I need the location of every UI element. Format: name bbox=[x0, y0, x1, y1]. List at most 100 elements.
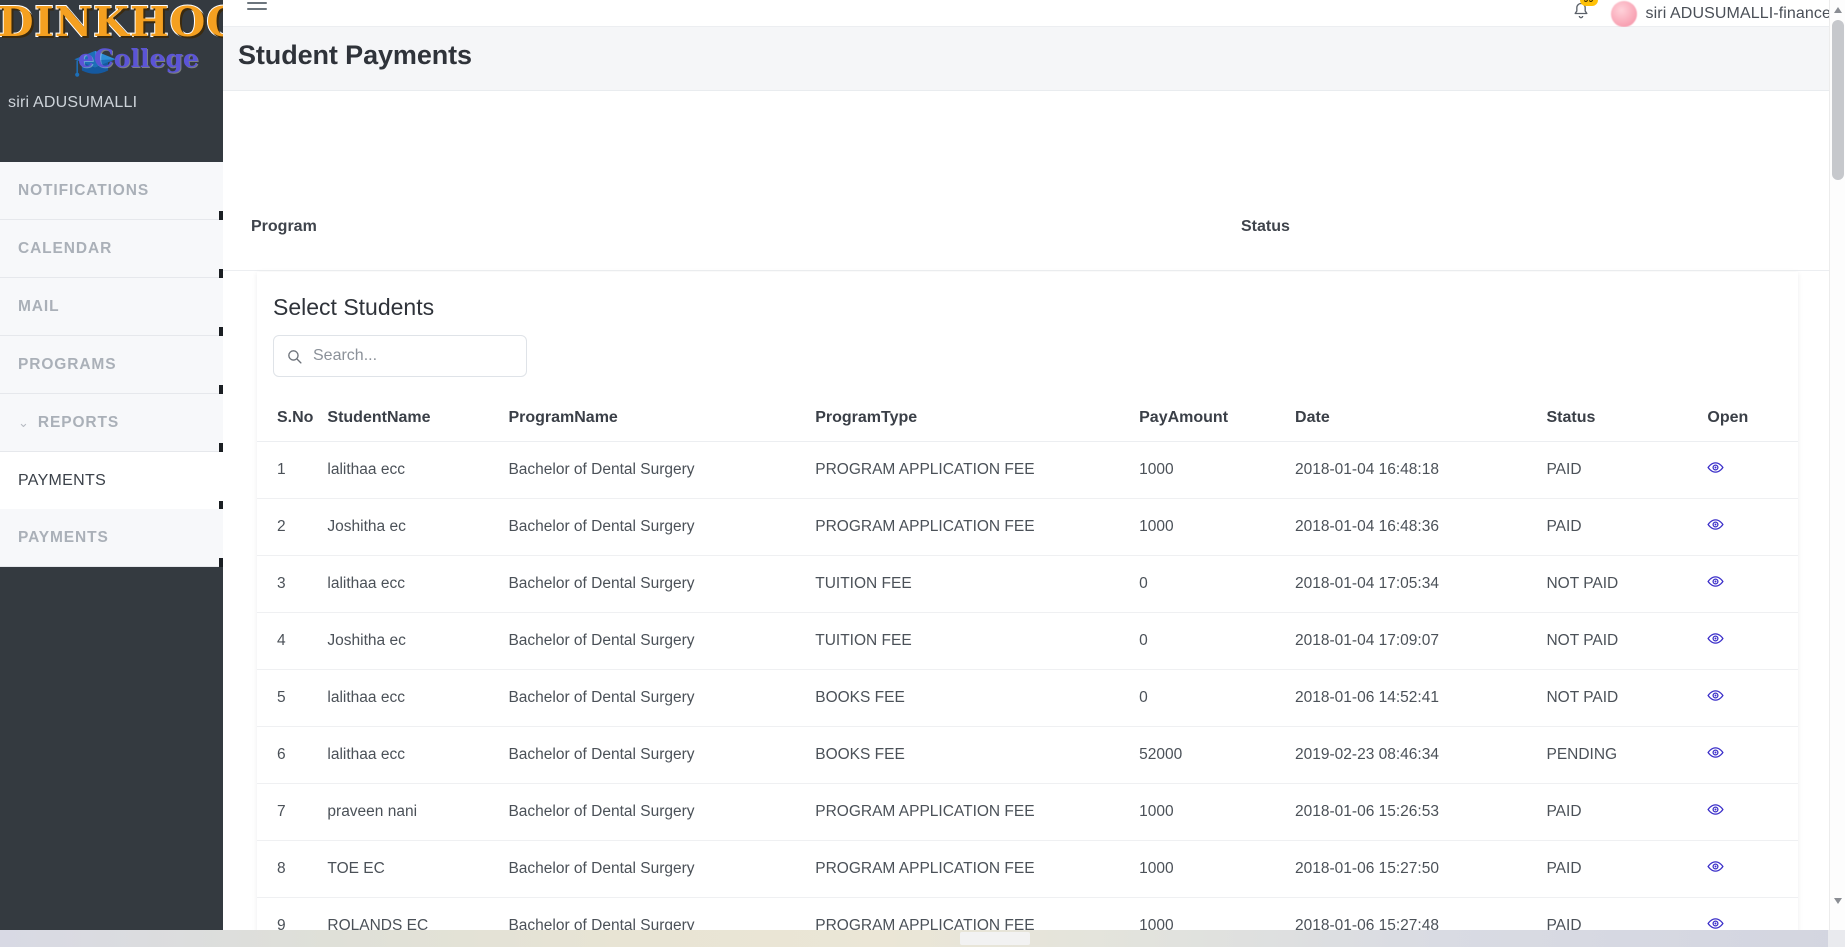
sidebar-item-payments[interactable]: PAYMENTS bbox=[0, 509, 223, 567]
cell-open bbox=[1707, 840, 1798, 898]
cell-date: 2018-01-06 15:27:50 bbox=[1295, 840, 1547, 898]
brand-title: DINKHOO! bbox=[0, 0, 223, 47]
sidebar-item-reports[interactable]: ⌄ REPORTS bbox=[0, 394, 223, 452]
open-row-button[interactable] bbox=[1707, 801, 1725, 818]
scroll-down-arrow-icon[interactable] bbox=[1833, 896, 1843, 906]
open-row-button[interactable] bbox=[1707, 459, 1725, 476]
column-header-programtype[interactable]: ProgramType bbox=[815, 399, 1140, 442]
open-row-button[interactable] bbox=[1707, 630, 1725, 647]
column-header-open[interactable]: Open bbox=[1707, 399, 1798, 442]
table-row[interactable]: 6 lalithaa ecc Bachelor of Dental Surgery B… bbox=[257, 726, 1798, 784]
column-header-programname[interactable]: ProgramName bbox=[508, 399, 816, 442]
cell-sno: 6 bbox=[257, 726, 328, 784]
open-row-button[interactable] bbox=[1707, 516, 1725, 533]
app-root: DINKHOO! eCollege siri ADUSUMALLI NOTIFI… bbox=[0, 0, 1845, 947]
eye-icon bbox=[1707, 861, 1725, 872]
table-row[interactable]: 2 Joshitha ec Bachelor of Dental Surgery PR… bbox=[257, 498, 1798, 556]
vertical-scrollbar-thumb[interactable] bbox=[1832, 20, 1844, 180]
cell-sno: 4 bbox=[257, 612, 328, 670]
cell-programtype: PROGRAM APPLICATION FEE bbox=[815, 441, 1140, 499]
filters-panel: Program Bachelor of Dental Surgery Statu… bbox=[223, 91, 1845, 320]
topbar: 99 siri ADUSUMALLI-finance bbox=[223, 0, 1845, 27]
cell-open bbox=[1707, 783, 1798, 841]
sidebar-item-payments-sub[interactable]: PAYMENTS bbox=[0, 452, 223, 510]
column-header-status[interactable]: Status bbox=[1546, 399, 1708, 442]
nav-notch bbox=[219, 385, 223, 394]
table-row[interactable]: 5 lalithaa ecc Bachelor of Dental Surgery B… bbox=[257, 669, 1798, 727]
cell-date: 2018-01-06 15:26:53 bbox=[1295, 783, 1547, 841]
open-row-button[interactable] bbox=[1707, 744, 1725, 761]
table-header-row: S.No StudentName ProgramName ProgramType… bbox=[257, 399, 1798, 442]
search-input[interactable] bbox=[313, 347, 503, 365]
table-row[interactable]: 3 lalithaa ecc Bachelor of Dental Surgery T… bbox=[257, 555, 1798, 613]
vertical-scrollbar[interactable] bbox=[1829, 0, 1845, 930]
sidebar-item-notifications[interactable]: NOTIFICATIONS bbox=[0, 162, 223, 220]
cell-studentname: lalithaa ecc bbox=[327, 555, 509, 613]
open-row-button[interactable] bbox=[1707, 573, 1725, 590]
table-row[interactable]: 1 lalithaa ecc Bachelor of Dental Surgery P… bbox=[257, 441, 1798, 499]
cell-payamount: 0 bbox=[1139, 669, 1296, 727]
scroll-up-arrow-icon[interactable] bbox=[1833, 5, 1843, 15]
eye-icon bbox=[1707, 690, 1725, 701]
cell-status: NOT PAID bbox=[1546, 612, 1708, 670]
cell-status: NOT PAID bbox=[1546, 669, 1708, 727]
sidebar-item-programs[interactable]: PROGRAMS bbox=[0, 336, 223, 394]
open-row-button[interactable] bbox=[1707, 687, 1725, 704]
cell-sno: 3 bbox=[257, 555, 328, 613]
cell-programtype: TUITION FEE bbox=[815, 555, 1140, 613]
cell-sno: 1 bbox=[257, 441, 328, 499]
cell-date: 2018-01-06 14:52:41 bbox=[1295, 669, 1547, 727]
topbar-right-group: 99 siri ADUSUMALLI-finance bbox=[1571, 0, 1831, 27]
brand-block: DINKHOO! eCollege siri ADUSUMALLI bbox=[0, 0, 223, 108]
cell-status: PAID bbox=[1546, 441, 1708, 499]
sidebar-item-calendar[interactable]: CALENDAR bbox=[0, 220, 223, 278]
cell-programtype: PROGRAM APPLICATION FEE bbox=[815, 498, 1140, 556]
brand-subtitle: eCollege bbox=[78, 44, 199, 73]
search-box[interactable] bbox=[273, 335, 527, 377]
nav-notch bbox=[219, 443, 223, 452]
cell-programtype: BOOKS FEE bbox=[815, 669, 1140, 727]
horizontal-scrollbar-thumb[interactable] bbox=[960, 932, 1030, 945]
eye-icon bbox=[1707, 576, 1725, 587]
sidebar-item-label: REPORTS bbox=[37, 413, 120, 431]
cell-programname: Bachelor of Dental Surgery bbox=[508, 726, 816, 784]
column-header-payamount[interactable]: PayAmount bbox=[1139, 399, 1296, 442]
sidebar-user-name: siri ADUSUMALLI bbox=[8, 94, 138, 108]
page-title: Student Payments bbox=[238, 40, 472, 70]
students-table-card: Select Students S.No StudentName Program… bbox=[257, 272, 1798, 947]
program-filter-label: Program bbox=[251, 218, 317, 235]
notifications-button[interactable]: 99 bbox=[1571, 0, 1598, 26]
table-row[interactable]: 4 Joshitha ec Bachelor of Dental Surgery TU… bbox=[257, 612, 1798, 670]
open-row-button[interactable] bbox=[1707, 858, 1725, 875]
topbar-user-name[interactable]: siri ADUSUMALLI-finance bbox=[1646, 5, 1831, 23]
horizontal-scrollbar[interactable] bbox=[0, 930, 1845, 947]
cell-date: 2018-01-04 17:09:07 bbox=[1295, 612, 1547, 670]
cell-programname: Bachelor of Dental Surgery bbox=[508, 498, 816, 556]
cell-payamount: 0 bbox=[1139, 555, 1296, 613]
brand-logo: DINKHOO! eCollege bbox=[0, 0, 223, 80]
cell-status: PENDING bbox=[1546, 726, 1708, 784]
cell-status: PAID bbox=[1546, 498, 1708, 556]
search-icon bbox=[288, 349, 302, 364]
column-header-sno[interactable]: S.No bbox=[257, 399, 328, 442]
column-header-studentname[interactable]: StudentName bbox=[327, 399, 509, 442]
cell-programname: Bachelor of Dental Surgery bbox=[508, 612, 816, 670]
cell-payamount: 1000 bbox=[1139, 840, 1296, 898]
sidebar-item-mail[interactable]: MAIL bbox=[0, 278, 223, 336]
hamburger-icon[interactable] bbox=[247, 2, 267, 18]
sidebar: DINKHOO! eCollege siri ADUSUMALLI NOTIFI… bbox=[0, 0, 223, 947]
chevron-down-icon: ⌄ bbox=[18, 415, 29, 430]
sidebar-item-label: PROGRAMS bbox=[18, 355, 117, 373]
cell-programtype: PROGRAM APPLICATION FEE bbox=[815, 840, 1140, 898]
table-row[interactable]: 8 TOE EC Bachelor of Dental Surgery PROGRAM… bbox=[257, 840, 1798, 898]
status-filter-label: Status bbox=[1241, 218, 1290, 235]
avatar[interactable] bbox=[1610, 0, 1637, 27]
column-header-date[interactable]: Date bbox=[1295, 399, 1547, 442]
sidebar-item-label: CALENDAR bbox=[18, 239, 113, 257]
cell-payamount: 0 bbox=[1139, 612, 1296, 670]
cell-studentname: praveen nani bbox=[327, 783, 509, 841]
cell-date: 2018-01-04 16:48:36 bbox=[1295, 498, 1547, 556]
table-row[interactable]: 7 praveen nani Bachelor of Dental Surgery P… bbox=[257, 783, 1798, 841]
cell-studentname: Joshitha ec bbox=[327, 498, 509, 556]
eye-icon bbox=[1707, 804, 1725, 815]
